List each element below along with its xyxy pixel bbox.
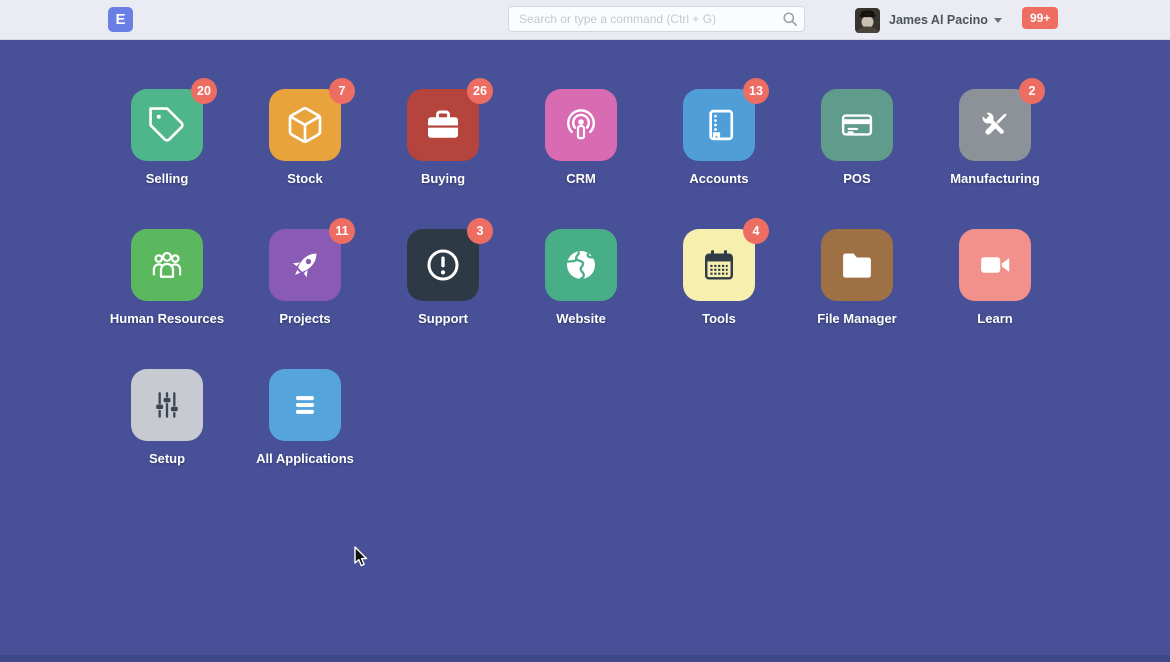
desktop-background: { "header": { "logo": "E", "search_place… bbox=[0, 0, 1170, 662]
app-tile-human-resources[interactable] bbox=[131, 229, 203, 301]
app-cell-buying: 26 Buying bbox=[374, 89, 512, 229]
app-tile-all-applications[interactable] bbox=[269, 369, 341, 441]
ledger-icon bbox=[699, 105, 739, 145]
notification-count-badge: 2 bbox=[1019, 78, 1045, 104]
notification-count-badge: 13 bbox=[743, 78, 769, 104]
notification-count-badge: 26 bbox=[467, 78, 493, 104]
app-label-website: Website bbox=[556, 311, 606, 326]
chevron-down-icon bbox=[994, 18, 1002, 23]
app-cell-stock: 7 Stock bbox=[236, 89, 374, 229]
wrench-screwdriver-icon bbox=[975, 105, 1015, 145]
app-tile-support[interactable]: 3 bbox=[407, 229, 479, 301]
app-label-file-manager: File Manager bbox=[817, 311, 896, 326]
notification-count-badge: 4 bbox=[743, 218, 769, 244]
app-label-accounts: Accounts bbox=[689, 171, 748, 186]
video-camera-icon bbox=[975, 245, 1015, 285]
rocket-icon bbox=[285, 245, 325, 285]
people-icon bbox=[147, 245, 187, 285]
user-menu[interactable]: James Al Pacino bbox=[855, 7, 1002, 33]
app-cell-human-resources: Human Resources bbox=[98, 229, 236, 369]
app-cell-projects: 11 Projects bbox=[236, 229, 374, 369]
app-cell-support: 3 Support bbox=[374, 229, 512, 369]
user-name: James Al Pacino bbox=[889, 13, 988, 27]
avatar bbox=[855, 8, 880, 33]
notification-count-badge: 3 bbox=[467, 218, 493, 244]
app-tile-crm[interactable] bbox=[545, 89, 617, 161]
mouse-cursor bbox=[353, 546, 368, 568]
app-tile-selling[interactable]: 20 bbox=[131, 89, 203, 161]
app-label-all-applications: All Applications bbox=[256, 451, 354, 466]
app-logo[interactable]: E bbox=[108, 7, 133, 32]
app-label-setup: Setup bbox=[149, 451, 185, 466]
app-cell-all-applications: All Applications bbox=[236, 369, 374, 509]
app-cell-manufacturing: 2 Manufacturing bbox=[926, 89, 1064, 229]
briefcase-icon bbox=[423, 105, 463, 145]
podcast-icon bbox=[561, 105, 601, 145]
app-cell-tools: 4 Tools bbox=[650, 229, 788, 369]
app-cell-accounts: 13 Accounts bbox=[650, 89, 788, 229]
app-label-human-resources: Human Resources bbox=[110, 311, 224, 326]
app-tile-setup[interactable] bbox=[131, 369, 203, 441]
bottom-edge-strip bbox=[0, 655, 1170, 662]
search-icon bbox=[782, 11, 798, 27]
app-tile-tools[interactable]: 4 bbox=[683, 229, 755, 301]
app-label-support: Support bbox=[418, 311, 468, 326]
calendar-icon bbox=[699, 245, 739, 285]
tag-icon bbox=[147, 105, 187, 145]
app-cell-pos: POS bbox=[788, 89, 926, 229]
app-label-selling: Selling bbox=[146, 171, 189, 186]
app-grid: 20 Selling 7 Stock 26 Buying CRM 13 Accounts POS 2… bbox=[98, 89, 1064, 509]
app-label-tools: Tools bbox=[702, 311, 736, 326]
app-tile-accounts[interactable]: 13 bbox=[683, 89, 755, 161]
app-cell-file-manager: File Manager bbox=[788, 229, 926, 369]
app-tile-pos[interactable] bbox=[821, 89, 893, 161]
app-cell-setup: Setup bbox=[98, 369, 236, 509]
app-label-crm: CRM bbox=[566, 171, 596, 186]
search-input[interactable] bbox=[508, 6, 805, 32]
app-label-manufacturing: Manufacturing bbox=[950, 171, 1040, 186]
app-tile-manufacturing[interactable]: 2 bbox=[959, 89, 1031, 161]
app-cell-website: Website bbox=[512, 229, 650, 369]
global-search bbox=[508, 6, 805, 32]
app-tile-buying[interactable]: 26 bbox=[407, 89, 479, 161]
app-cell-selling: 20 Selling bbox=[98, 89, 236, 229]
app-tile-learn[interactable] bbox=[959, 229, 1031, 301]
app-cell-learn: Learn bbox=[926, 229, 1064, 369]
notification-count-badge: 7 bbox=[329, 78, 355, 104]
box-icon bbox=[285, 105, 325, 145]
app-label-projects: Projects bbox=[279, 311, 330, 326]
notifications-badge[interactable]: 99+ bbox=[1022, 7, 1058, 29]
sliders-icon bbox=[147, 385, 187, 425]
app-label-pos: POS bbox=[843, 171, 870, 186]
app-tile-stock[interactable]: 7 bbox=[269, 89, 341, 161]
menu-icon bbox=[285, 385, 325, 425]
notification-count-badge: 11 bbox=[329, 218, 355, 244]
app-tile-website[interactable] bbox=[545, 229, 617, 301]
app-cell-crm: CRM bbox=[512, 89, 650, 229]
folder-icon bbox=[837, 245, 877, 285]
app-tile-projects[interactable]: 11 bbox=[269, 229, 341, 301]
app-label-stock: Stock bbox=[287, 171, 322, 186]
globe-icon bbox=[561, 245, 601, 285]
credit-card-icon bbox=[837, 105, 877, 145]
app-tile-file-manager[interactable] bbox=[821, 229, 893, 301]
app-label-learn: Learn bbox=[977, 311, 1012, 326]
notification-count-badge: 20 bbox=[191, 78, 217, 104]
alert-circle-icon bbox=[423, 245, 463, 285]
top-navbar: E James Al Pacino 99+ bbox=[0, 0, 1170, 40]
app-label-buying: Buying bbox=[421, 171, 465, 186]
